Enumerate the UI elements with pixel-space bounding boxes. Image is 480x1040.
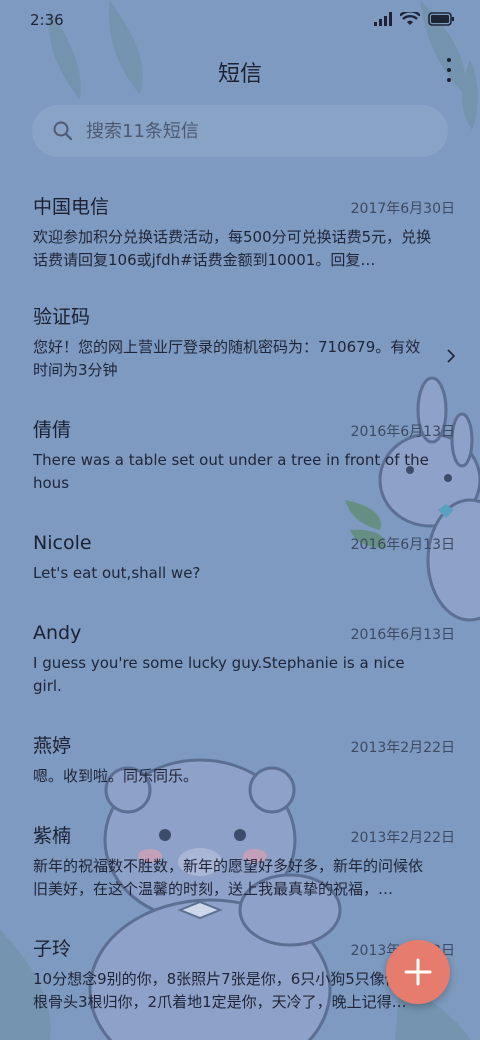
message-date: 2016年6月13日 — [350, 627, 455, 643]
new-message-button[interactable] — [386, 940, 450, 1004]
chevron-right-icon — [447, 349, 456, 363]
message-date: 2016年6月13日 — [350, 537, 455, 553]
signal-icon — [374, 12, 392, 26]
search-bar[interactable] — [32, 105, 448, 157]
status-icons — [374, 12, 454, 26]
message-snippet: 10分想念9别的你，8张照片7张是你，6只小狗5只像你，4根骨头3根归你，2爪着… — [33, 970, 425, 1011]
message-date: 2013年2月22日 — [350, 830, 455, 846]
message-date: 2013年2月22日 — [350, 740, 455, 756]
message-snippet: Let's eat out,shall we? — [33, 564, 201, 582]
message-item[interactable]: 中国电信 2017年6月30日 欢迎参加积分兑换话费活动，每500分可兑换话费5… — [0, 176, 480, 286]
plus-icon — [404, 958, 432, 986]
wifi-icon — [400, 12, 420, 25]
message-snippet: 新年的祝福数不胜数，新年的愿望好多好多，新年的问候依旧美好，在这个温馨的时刻，送… — [33, 857, 424, 898]
more-options-button[interactable] — [442, 58, 456, 82]
message-item[interactable]: 紫楠 2013年2月22日 新年的祝福数不胜数，新年的愿望好多好多，新年的问候依… — [0, 805, 480, 918]
battery-icon — [428, 12, 454, 26]
more-vertical-icon — [447, 58, 451, 62]
search-input[interactable] — [84, 119, 428, 143]
message-snippet: There was a table set out under a tree i… — [33, 451, 429, 492]
message-item[interactable]: 倩倩 2016年6月13日 There was a table set out … — [0, 399, 480, 512]
message-list: 中国电信 2017年6月30日 欢迎参加积分兑换话费活动，每500分可兑换话费5… — [0, 176, 480, 1028]
status-bar: 2:36 — [0, 0, 480, 40]
search-icon — [53, 121, 73, 141]
message-item[interactable]: 燕婷 2013年2月22日 嗯。收到啦。同乐同乐。 — [0, 715, 480, 805]
message-snippet: 您好！您的网上营业厅登录的随机密码为：710679。有效时间为3分钟 — [33, 338, 421, 379]
message-snippet: 欢迎参加积分兑换话费活动，每500分可兑换话费5元，兑换话费请回复106或jfd… — [33, 228, 432, 269]
message-item[interactable]: Andy 2016年6月13日 I guess you're some luck… — [0, 602, 480, 715]
message-snippet: I guess you're some lucky guy.Stephanie … — [33, 654, 405, 695]
message-date: 2017年6月30日 — [350, 201, 455, 217]
app-header: 短信 — [0, 48, 480, 92]
message-sender: 验证码 — [33, 306, 91, 328]
status-time: 2:36 — [30, 11, 64, 29]
message-snippet: 嗯。收到啦。同乐同乐。 — [33, 767, 199, 785]
message-item[interactable]: Nicole 2016年6月13日 Let's eat out,shall we… — [0, 512, 480, 602]
message-item[interactable]: 验证码 您好！您的网上营业厅登录的随机密码为：710679。有效时间为3分钟 — [0, 286, 480, 399]
page-title: 短信 — [217, 62, 262, 87]
message-date: 2016年6月13日 — [350, 424, 455, 440]
